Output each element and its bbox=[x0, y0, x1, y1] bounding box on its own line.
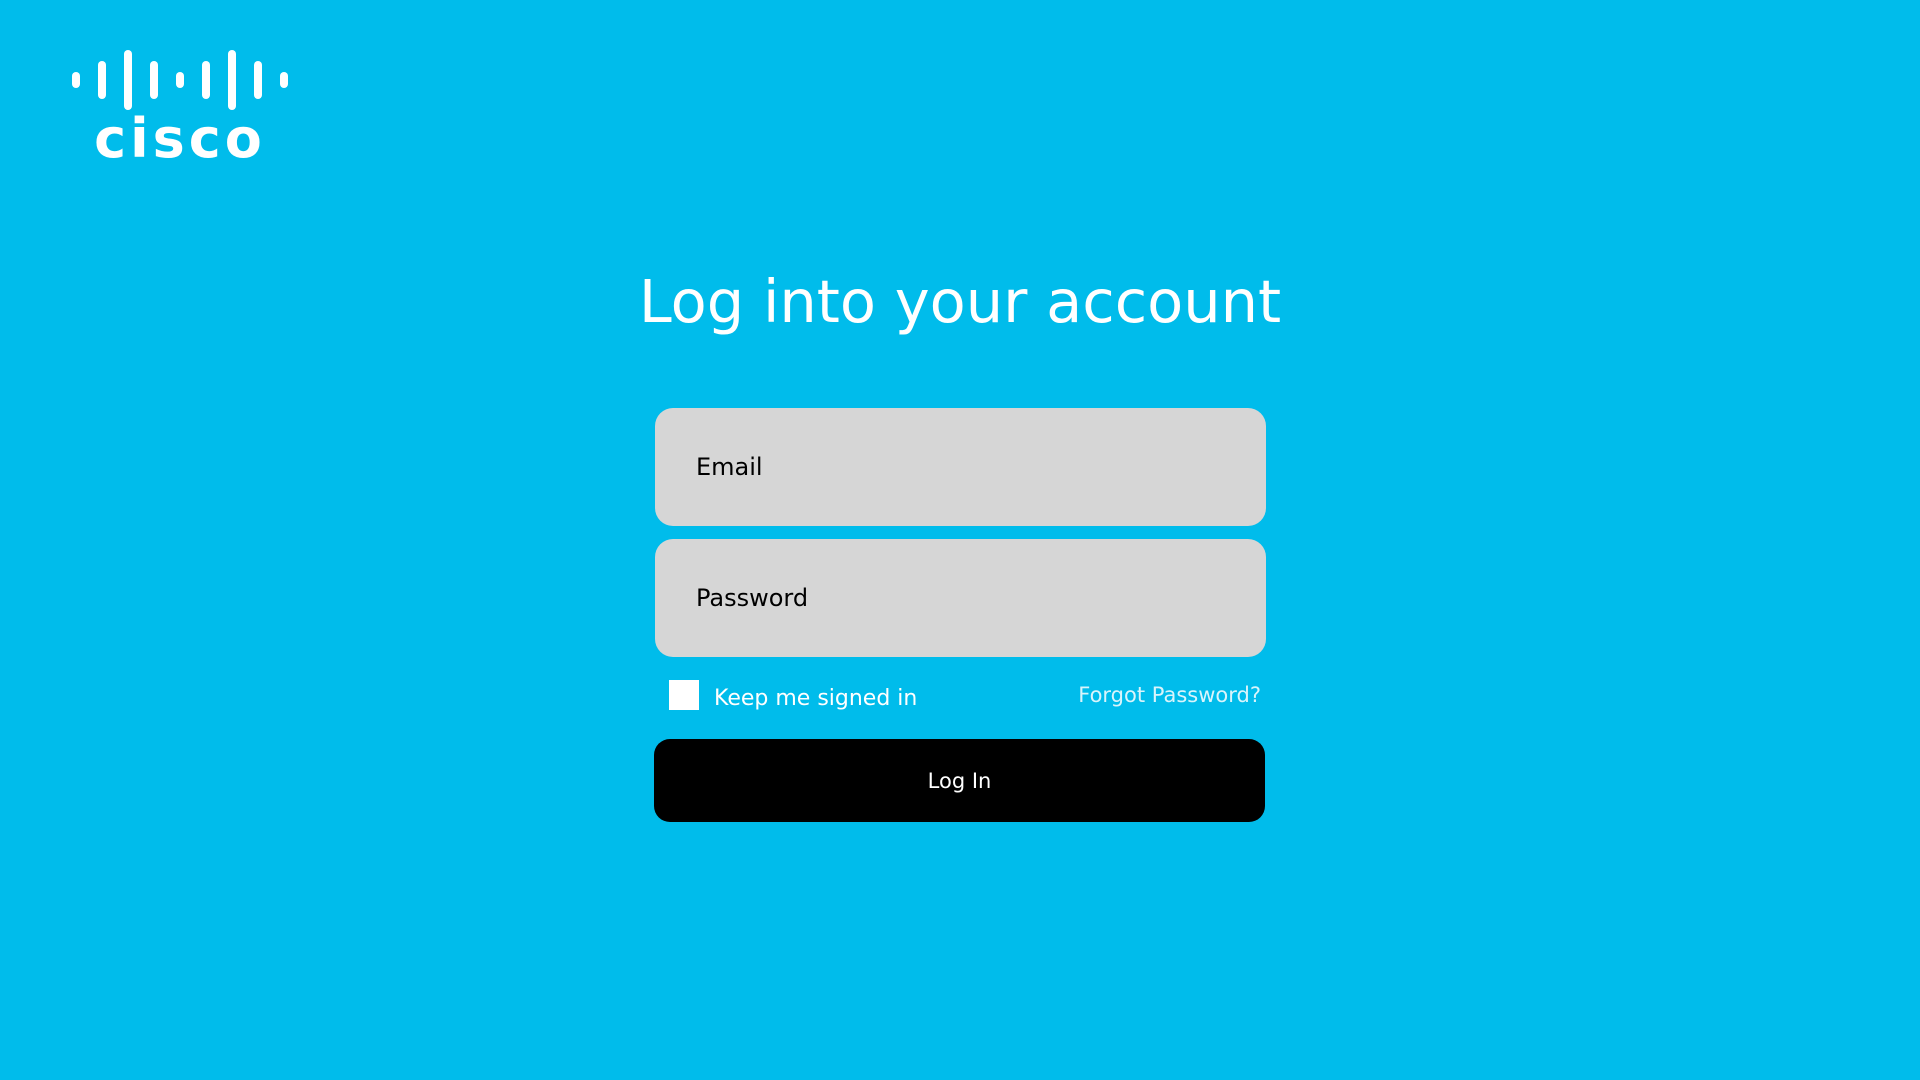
keep-signed-in-option[interactable]: Keep me signed in bbox=[669, 679, 917, 711]
forgot-password-link[interactable]: Forgot Password? bbox=[1078, 683, 1261, 707]
keep-signed-in-checkbox[interactable] bbox=[669, 680, 699, 710]
page-title: Log into your account bbox=[638, 267, 1282, 336]
keep-signed-in-label: Keep me signed in bbox=[714, 685, 918, 711]
password-field[interactable] bbox=[655, 539, 1266, 657]
cisco-bridge-logo-icon bbox=[72, 50, 288, 110]
login-button[interactable]: Log In bbox=[654, 739, 1265, 822]
login-page: cisco Log into your account Keep me sign… bbox=[0, 0, 1920, 1080]
cisco-logo: cisco bbox=[72, 50, 288, 170]
email-field[interactable] bbox=[655, 408, 1266, 526]
cisco-wordmark: cisco bbox=[94, 107, 266, 170]
